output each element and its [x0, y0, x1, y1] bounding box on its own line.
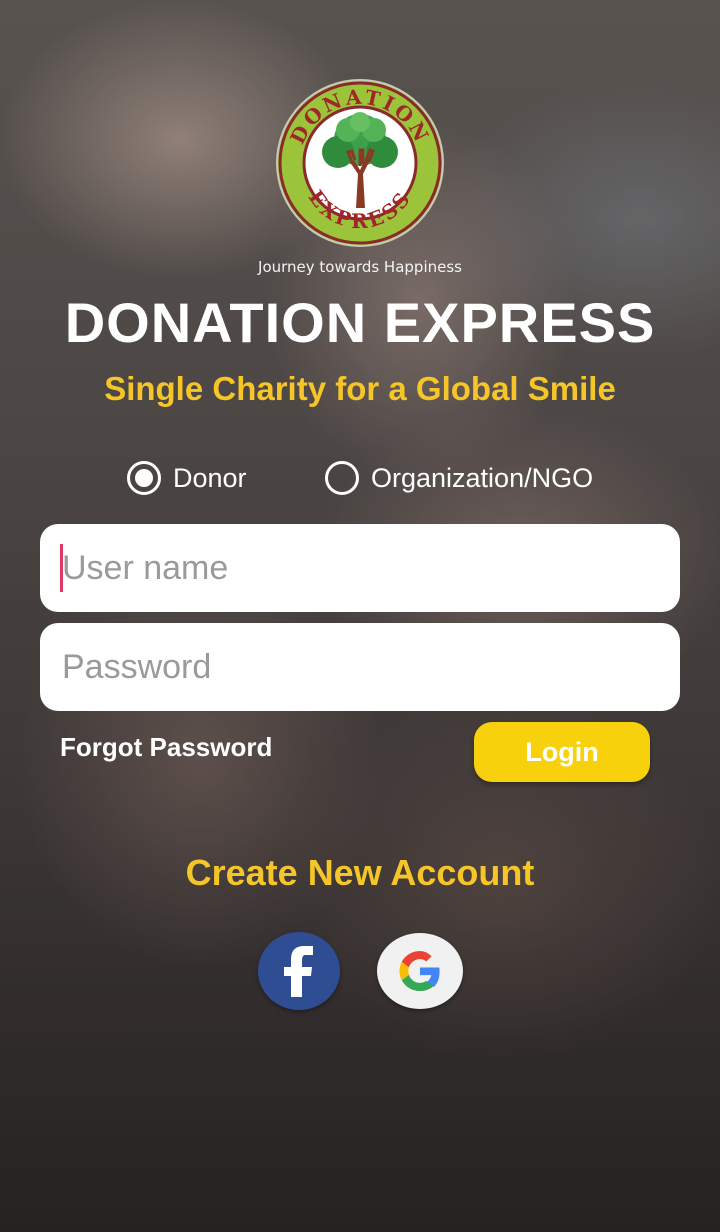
google-login-button[interactable]	[377, 933, 463, 1009]
google-icon	[399, 951, 440, 991]
password-input[interactable]	[60, 646, 680, 688]
tagline: Journey towards Happiness	[258, 258, 462, 276]
radio-organization-label: Organization/NGO	[371, 462, 594, 493]
app-logo: DONATION EXPRESS	[272, 78, 448, 248]
facebook-icon	[284, 946, 313, 997]
forgot-password-link[interactable]: Forgot Password	[60, 732, 272, 763]
username-field-container	[40, 524, 680, 612]
radio-donor[interactable]: Donor	[127, 461, 247, 495]
account-type-selector: Donor Organization/NGO	[0, 461, 720, 505]
password-field-container	[40, 623, 680, 711]
radio-circle-unselected	[325, 461, 359, 495]
radio-donor-label: Donor	[173, 462, 247, 493]
radio-organization[interactable]: Organization/NGO	[325, 461, 593, 495]
text-cursor	[60, 544, 63, 592]
app-title: DONATION EXPRESS	[64, 291, 656, 354]
username-input[interactable]	[60, 547, 680, 589]
app-subtitle: Single Charity for a Global Smile	[104, 370, 616, 407]
radio-circle-selected	[127, 461, 161, 495]
login-button[interactable]: Login	[474, 722, 650, 782]
create-account-link[interactable]: Create New Account	[0, 852, 720, 894]
facebook-login-button[interactable]	[258, 932, 340, 1010]
